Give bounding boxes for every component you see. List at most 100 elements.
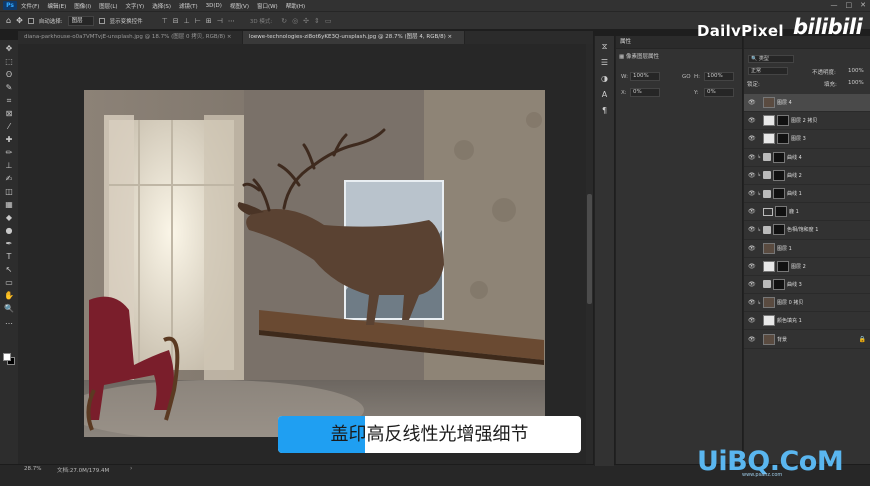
- dodge-tool-icon[interactable]: ●: [3, 225, 15, 237]
- tab-loewe-technologies[interactable]: loewe-technologies-zi8ot6yKE3Q-unsplash.…: [243, 31, 465, 44]
- align-top-icon[interactable]: ⊤: [162, 17, 168, 25]
- crop-tool-icon[interactable]: ⌗: [3, 95, 15, 107]
- visibility-eye-icon[interactable]: 👁: [748, 281, 757, 288]
- character-panel-icon[interactable]: A: [599, 89, 611, 100]
- menu-image[interactable]: 图像(I): [74, 2, 91, 10]
- layer-row[interactable]: 👁 ↳ 曲线 2: [744, 167, 870, 185]
- opacity-value[interactable]: 100%: [848, 68, 864, 74]
- layer-row[interactable]: 👁 ↳ 图层 0 拷贝: [744, 294, 870, 313]
- align-right-icon[interactable]: ⊣: [217, 17, 223, 25]
- align-left-icon[interactable]: ⊢: [195, 17, 201, 25]
- zoom-tool-icon[interactable]: 🔍: [3, 303, 15, 315]
- visibility-eye-icon[interactable]: 👁: [748, 154, 757, 161]
- foreground-color-swatch[interactable]: [3, 353, 11, 361]
- height-field[interactable]: 100%: [704, 72, 734, 81]
- adjustments-panel-icon[interactable]: ◑: [599, 73, 611, 84]
- visibility-eye-icon[interactable]: 👁: [748, 263, 757, 270]
- width-field[interactable]: 100%: [630, 72, 660, 81]
- vertical-scroll-thumb[interactable]: [587, 194, 592, 304]
- show-transform-checkbox[interactable]: [98, 17, 105, 24]
- visibility-eye-icon[interactable]: 👁: [748, 336, 757, 343]
- visibility-eye-icon[interactable]: 👁: [748, 135, 757, 142]
- layer-mask-thumbnail[interactable]: [773, 188, 785, 200]
- menu-edit[interactable]: 编辑(E): [47, 2, 66, 10]
- blend-mode-select[interactable]: 正常: [748, 67, 788, 75]
- layer-row[interactable]: 👁 背景 🔒: [744, 330, 870, 349]
- shape-tool-icon[interactable]: ▭: [3, 277, 15, 289]
- healing-tool-icon[interactable]: ✚: [3, 134, 15, 146]
- minimize-button[interactable]: —: [831, 1, 838, 9]
- visibility-eye-icon[interactable]: 👁: [748, 190, 757, 197]
- layer-mask-thumbnail[interactable]: [773, 169, 785, 181]
- tab-diana-parkhouse[interactable]: diana-parkhouse-o0a7VMTvjE-unsplash.jpg …: [18, 31, 243, 44]
- layer-mask-thumbnail[interactable]: [775, 206, 787, 218]
- eraser-tool-icon[interactable]: ◫: [3, 186, 15, 198]
- brush-tool-icon[interactable]: ✏: [3, 147, 15, 159]
- eyedropper-tool-icon[interactable]: ⁄: [3, 121, 15, 133]
- menu-3d[interactable]: 3D(D): [206, 3, 222, 9]
- layer-row[interactable]: 👁 图层 1: [744, 240, 870, 258]
- auto-select-dropdown[interactable]: 图层: [67, 15, 94, 26]
- layer-mask-thumbnail[interactable]: [773, 151, 785, 163]
- menu-window[interactable]: 窗口(W): [257, 2, 278, 10]
- menu-filter[interactable]: 滤镜(T): [179, 2, 198, 10]
- layer-row[interactable]: 👁 ↳ 曲线 4: [744, 149, 870, 167]
- properties-panel-icon[interactable]: ☰: [599, 57, 611, 68]
- history-panel-icon[interactable]: ⧖: [599, 41, 611, 52]
- 3d-pan-icon[interactable]: ✣: [303, 17, 309, 25]
- auto-select-checkbox[interactable]: [27, 17, 34, 24]
- layer-row[interactable]: 👁 图层 2 拷贝: [744, 112, 870, 131]
- visibility-eye-icon[interactable]: 👁: [748, 226, 757, 233]
- status-menu-icon[interactable]: ›: [130, 465, 132, 472]
- lasso-tool-icon[interactable]: ʘ: [3, 69, 15, 81]
- layer-mask-thumbnail[interactable]: [773, 278, 785, 290]
- layer-row[interactable]: 👁 图层 4: [744, 94, 870, 113]
- visibility-eye-icon[interactable]: 👁: [748, 299, 757, 306]
- hand-tool-icon[interactable]: ✋: [3, 290, 15, 302]
- layer-mask-thumbnail[interactable]: [777, 260, 789, 272]
- visibility-eye-icon[interactable]: 👁: [748, 208, 757, 215]
- properties-title[interactable]: 属性: [616, 36, 742, 49]
- 3d-scale-icon[interactable]: ▭: [325, 17, 332, 25]
- menu-help[interactable]: 帮助(H): [286, 2, 305, 10]
- layer-row[interactable]: 👁 ↳ 曲线 1: [744, 185, 870, 204]
- move-tool-icon[interactable]: ✥: [3, 43, 15, 55]
- y-field[interactable]: 0%: [704, 88, 734, 97]
- align-hcenter-icon[interactable]: ⊞: [206, 17, 212, 25]
- visibility-eye-icon[interactable]: 👁: [748, 317, 757, 324]
- frame-tool-icon[interactable]: ⊠: [3, 108, 15, 120]
- artwork-image[interactable]: [84, 90, 545, 437]
- stamp-tool-icon[interactable]: ⊥: [3, 160, 15, 172]
- link-icon[interactable]: GO: [682, 74, 691, 80]
- visibility-eye-icon[interactable]: 👁: [748, 172, 757, 179]
- layer-row[interactable]: 👁 图层 2: [744, 258, 870, 276]
- menu-view[interactable]: 视图(V): [230, 2, 249, 10]
- blur-tool-icon[interactable]: ◆: [3, 212, 15, 224]
- home-icon[interactable]: ⌂: [6, 16, 11, 25]
- marquee-tool-icon[interactable]: ⬚: [3, 56, 15, 68]
- distribute-icon[interactable]: ⋯: [228, 17, 235, 25]
- menu-type[interactable]: 文字(Y): [126, 2, 145, 10]
- layer-mask-thumbnail[interactable]: [773, 224, 785, 236]
- layer-row[interactable]: 👁 鹿 1: [744, 203, 870, 222]
- fill-value[interactable]: 100%: [848, 80, 864, 86]
- zoom-level[interactable]: 28.7%: [24, 466, 41, 472]
- move-tool-icon[interactable]: ✥: [16, 16, 23, 25]
- visibility-eye-icon[interactable]: 👁: [748, 117, 757, 124]
- history-brush-tool-icon[interactable]: ✍: [3, 173, 15, 185]
- x-field[interactable]: 0%: [630, 88, 660, 97]
- layer-mask-thumbnail[interactable]: [777, 133, 789, 145]
- layer-row[interactable]: 👁 曲线 3: [744, 276, 870, 295]
- layer-row[interactable]: 👁 图层 3: [744, 130, 870, 149]
- visibility-eye-icon[interactable]: 👁: [748, 99, 757, 106]
- align-vcenter-icon[interactable]: ⊟: [173, 17, 179, 25]
- gradient-tool-icon[interactable]: ▦: [3, 199, 15, 211]
- pen-tool-icon[interactable]: ✒: [3, 238, 15, 250]
- canvas-vertical-scrollbar[interactable]: [586, 44, 593, 464]
- layer-kind-filter[interactable]: 🔍 类型: [748, 55, 794, 63]
- maximize-button[interactable]: □: [846, 1, 853, 9]
- menu-file[interactable]: 文件(F): [21, 2, 39, 10]
- quick-select-tool-icon[interactable]: ✎: [3, 82, 15, 94]
- menu-layer[interactable]: 图层(L): [99, 2, 117, 10]
- more-tool-icon[interactable]: …: [3, 316, 15, 328]
